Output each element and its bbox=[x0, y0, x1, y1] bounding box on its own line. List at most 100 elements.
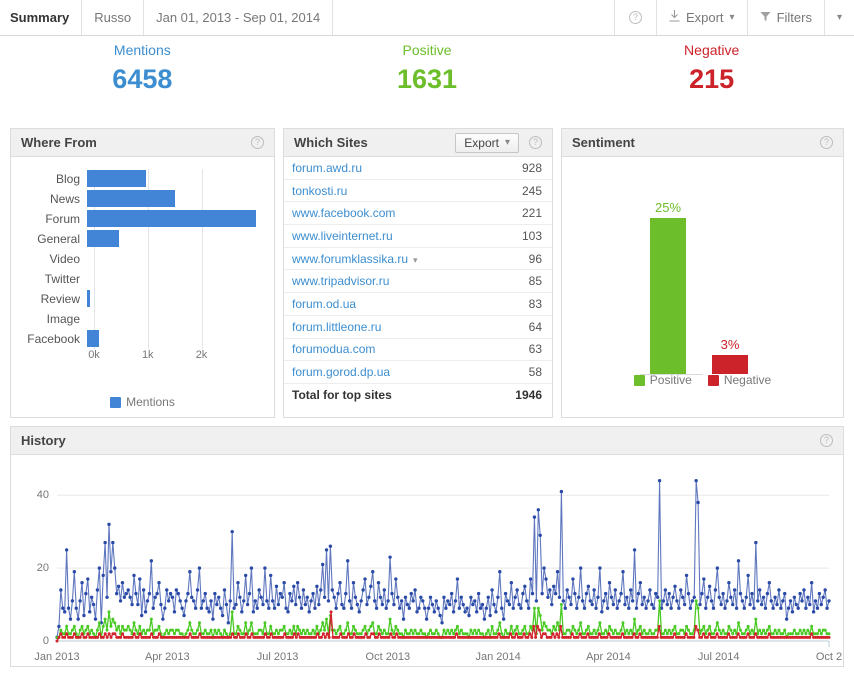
bar-row: Blog bbox=[11, 169, 266, 189]
help-button[interactable]: ? bbox=[615, 0, 657, 35]
site-count: 928 bbox=[521, 160, 542, 175]
table-row[interactable]: tonkosti.ru 245 bbox=[284, 180, 552, 203]
table-row[interactable]: www.facebook.com 221 bbox=[284, 202, 552, 226]
kpi-label: Mentions bbox=[113, 42, 171, 58]
panels-row: Where From ? Blog News Forum General Video Tw… bbox=[0, 128, 854, 418]
site-link[interactable]: www.forumklassika.ru ▾ bbox=[292, 252, 529, 266]
panel-body: Blog News Forum General Video Twitter Review Im… bbox=[11, 157, 274, 417]
filters-label: Filters bbox=[776, 10, 812, 25]
bar-value-label: 3% bbox=[720, 337, 740, 353]
x-axis: 0k 1k 2k bbox=[88, 349, 266, 365]
where-from-chart: Blog News Forum General Video Twitter Review Im… bbox=[11, 157, 274, 372]
table-row[interactable]: forum.awd.ru 928 bbox=[284, 157, 552, 180]
site-link[interactable]: forumodua.com bbox=[292, 342, 529, 356]
total-value: 1946 bbox=[515, 388, 542, 403]
question-circle-icon[interactable]: ? bbox=[820, 434, 833, 447]
bar-track bbox=[87, 249, 266, 269]
date-range-label: Jan 01, 2013 - Sep 01, 2014 bbox=[156, 10, 321, 25]
table-row[interactable]: forumodua.com 63 bbox=[284, 339, 552, 362]
table-row[interactable]: www.forumklassika.ru ▾ 96 bbox=[284, 248, 552, 271]
site-link[interactable]: forum.awd.ru bbox=[292, 161, 522, 175]
bar-fill[interactable] bbox=[87, 330, 99, 347]
site-count: 221 bbox=[521, 206, 542, 221]
y-tick-label: 0 bbox=[42, 635, 49, 647]
bar-category-label: News bbox=[49, 192, 80, 206]
top-toolbar: Summary Russo Jan 01, 2013 - Sep 01, 201… bbox=[0, 0, 854, 36]
x-tick-label: Jan 2014 bbox=[475, 651, 521, 663]
bar-track bbox=[87, 169, 266, 189]
bar-fill[interactable] bbox=[87, 230, 120, 247]
bar-fill[interactable] bbox=[87, 290, 90, 307]
site-count: 83 bbox=[528, 296, 542, 311]
legend-item-negative[interactable]: Negative bbox=[707, 373, 771, 387]
bar-fill[interactable] bbox=[87, 210, 256, 227]
bar-row: Facebook bbox=[11, 329, 266, 349]
funnel-icon bbox=[760, 10, 771, 25]
bar-category-label: Twitter bbox=[44, 272, 80, 286]
x-tick-label: Apr 2013 bbox=[144, 651, 190, 663]
project-selector[interactable]: Russo bbox=[82, 0, 145, 35]
toolbar-spacer bbox=[333, 0, 615, 35]
site-link[interactable]: forum.littleone.ru bbox=[292, 320, 529, 334]
filters-button[interactable]: Filters bbox=[748, 0, 825, 35]
x-tick-label: Oct 2013 bbox=[365, 651, 411, 663]
kpi-value: 215 bbox=[689, 64, 735, 94]
sentiment-bar-positive[interactable]: 25% bbox=[650, 200, 686, 374]
question-circle-icon[interactable]: ? bbox=[529, 136, 542, 149]
bar-category-label: Image bbox=[46, 312, 80, 326]
chevron-down-icon[interactable]: ▾ bbox=[413, 255, 418, 265]
site-link[interactable]: www.tripadvisor.ru bbox=[292, 274, 529, 288]
table-row[interactable]: forum.od.ua 83 bbox=[284, 293, 552, 316]
chart-legend: Mentions bbox=[11, 395, 274, 409]
y-tick-label: 40 bbox=[36, 489, 49, 502]
bar-category-label: General bbox=[37, 232, 80, 246]
export-button[interactable]: Export ▾ bbox=[657, 0, 748, 35]
site-link[interactable]: forum.gorod.dp.ua bbox=[292, 365, 529, 379]
chevron-down-icon: ▾ bbox=[729, 12, 735, 23]
site-link[interactable]: www.liveinternet.ru bbox=[292, 229, 522, 243]
date-range-selector[interactable]: Jan 01, 2013 - Sep 01, 2014 bbox=[144, 0, 334, 35]
kpi-label: Negative bbox=[684, 42, 740, 58]
tab-summary[interactable]: Summary bbox=[0, 0, 83, 35]
legend-label-mentions: Mentions bbox=[126, 395, 175, 409]
page-title: Summary bbox=[10, 10, 70, 25]
question-circle-icon[interactable]: ? bbox=[820, 136, 833, 149]
bar-row: Video bbox=[11, 249, 266, 269]
table-row[interactable]: forum.littleone.ru 64 bbox=[284, 316, 552, 339]
chart-legend: Positive Negative bbox=[562, 373, 843, 387]
sentiment-bar-negative[interactable]: 3% bbox=[712, 337, 748, 374]
question-circle-icon[interactable]: ? bbox=[251, 136, 264, 149]
panel-header: Where From ? bbox=[11, 129, 274, 157]
export-label: Export bbox=[464, 135, 499, 150]
legend-item-positive[interactable]: Positive bbox=[633, 373, 692, 387]
table-row[interactable]: forum.gorod.dp.ua 58 bbox=[284, 361, 552, 384]
bar-row: Review bbox=[11, 289, 266, 309]
bar-category-label: Facebook bbox=[27, 332, 80, 346]
site-link[interactable]: tonkosti.ru bbox=[292, 184, 522, 198]
bar-track bbox=[87, 229, 266, 249]
bar-track bbox=[87, 309, 266, 329]
kpi-positive: Positive 1631 bbox=[285, 42, 570, 128]
table-row[interactable]: www.liveinternet.ru 103 bbox=[284, 225, 552, 248]
more-options-button[interactable]: ▾ bbox=[825, 0, 854, 35]
sites-export-button[interactable]: Export ▾ bbox=[455, 132, 519, 153]
bar-rows: Blog News Forum General Video Twitter Review Im… bbox=[11, 169, 266, 349]
bar-fill[interactable] bbox=[87, 170, 147, 187]
bar-fill[interactable] bbox=[87, 190, 176, 207]
site-count: 64 bbox=[528, 319, 542, 334]
site-link[interactable]: www.facebook.com bbox=[292, 206, 522, 220]
table-row[interactable]: www.tripadvisor.ru 85 bbox=[284, 270, 552, 294]
bar-row: Forum bbox=[11, 209, 266, 229]
sentiment-chart: 25% 3% Positive Negative bbox=[562, 157, 843, 417]
panel-title: Sentiment bbox=[572, 135, 635, 150]
legend-swatch bbox=[707, 374, 719, 386]
bar-category-label: Blog bbox=[55, 172, 80, 186]
bar-track bbox=[87, 329, 266, 349]
site-link[interactable]: forum.od.ua bbox=[292, 297, 529, 311]
site-count: 63 bbox=[528, 342, 542, 357]
site-count: 85 bbox=[528, 274, 542, 289]
kpi-label: Positive bbox=[402, 42, 452, 58]
history-chart: 0 20 40 Jan 2013 Apr 2013 Jul 2013 Oct 2013 Ja… bbox=[11, 455, 843, 667]
legend-swatch-mentions bbox=[110, 396, 122, 408]
panel-header: History ? bbox=[11, 427, 843, 455]
